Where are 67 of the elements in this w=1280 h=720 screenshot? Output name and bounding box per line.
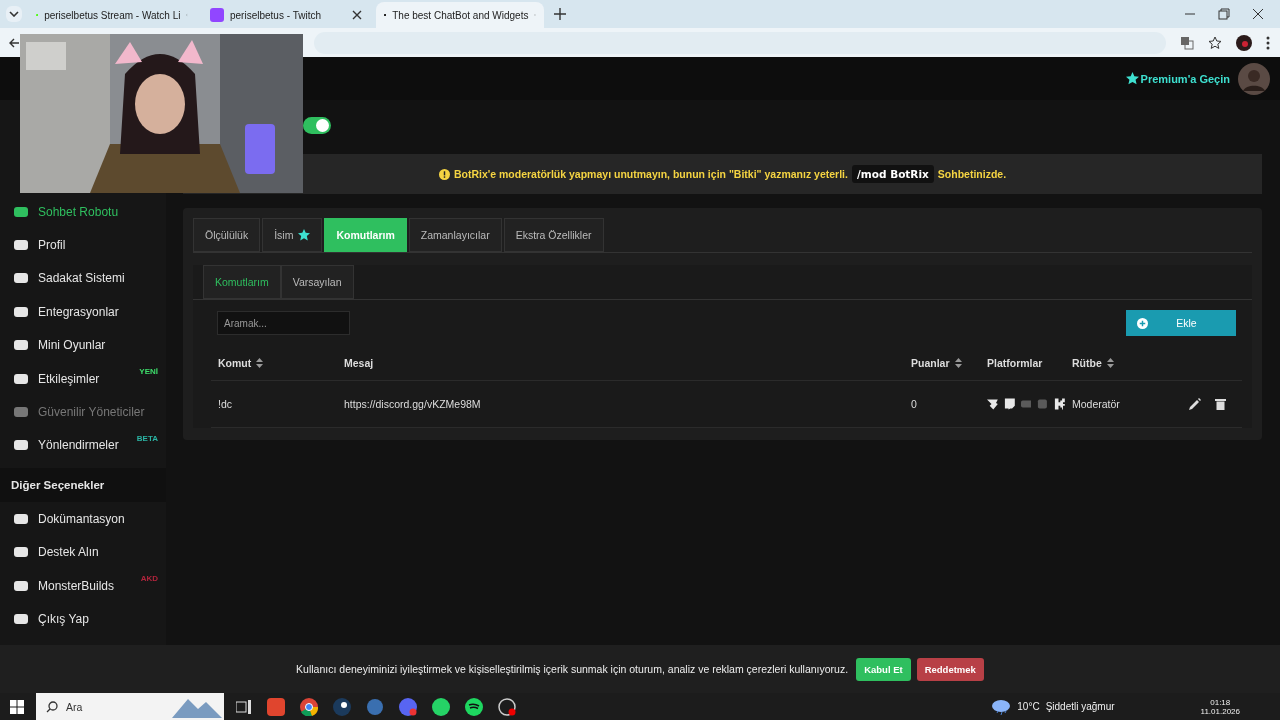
clock-time: 01:18 [1210, 697, 1231, 707]
sidebar-item[interactable]: Profil [13, 238, 66, 253]
temperature-text: 10°C [1017, 701, 1040, 712]
tag-label: YENİ [139, 366, 158, 376]
menu-icon[interactable] [1266, 35, 1270, 50]
browser-tab[interactable]: The best ChatBot and Widgets [376, 2, 544, 28]
tab[interactable]: Ölçülülük [193, 218, 261, 252]
warning-icon [438, 168, 450, 180]
plus-icon [1137, 317, 1148, 329]
sidebar-item[interactable]: Çıkış Yap [13, 612, 89, 626]
cookie-message: Kullanıcı deneyiminizi iyileştirmek ve kişiselleştirilmiş içerik sunmak için oturum, analiz ve reklam çerezleri kullanıyoruz. [296, 663, 849, 675]
column-header: Mesaj [343, 357, 375, 369]
app-icon[interactable] [498, 697, 516, 716]
column-header[interactable]: Komut [211, 357, 337, 369]
search-icon [46, 700, 58, 713]
sidebar-item[interactable]: Destek Alın [13, 545, 99, 560]
cloud-rain-icon [991, 698, 1012, 715]
toggle-switch[interactable] [303, 117, 331, 134]
clock-date: 11.01.2026 [1200, 706, 1240, 716]
windows-start-icon[interactable] [10, 699, 24, 714]
task-view-icon[interactable] [236, 699, 252, 714]
notice-text: BotRix'e moderatörlük yapmayı unutmayın, bunun için "Bitki" yazmanız yeterli. [453, 168, 848, 180]
sidebar-item[interactable]: Yönlendirmeler [13, 438, 119, 453]
table-cell-text: 0 [910, 398, 918, 410]
sidebar-item[interactable]: Etkileşimler [13, 371, 100, 386]
tab[interactable]: Ekstra Özellikler [503, 218, 604, 252]
sidebar-item[interactable]: Sohbet Robotu [13, 204, 119, 219]
search-field[interactable]: Aramak... [217, 311, 350, 335]
profile-avatar[interactable] [1236, 34, 1252, 51]
column-header[interactable]: Rütbe [1065, 357, 1165, 369]
star-icon[interactable] [1208, 35, 1222, 50]
chevron-down-icon[interactable] [9, 11, 19, 17]
browser-tab[interactable]: periselbetus - Twitch [202, 2, 370, 28]
spotify-icon[interactable] [465, 697, 483, 716]
table-cell-text: Moderatör [1071, 398, 1121, 410]
section-heading: Diğer Seçenekler [0, 468, 166, 503]
sidebar-item[interactable]: Sadakat Sistemi [13, 271, 125, 286]
premium-link[interactable]: Premium'a Geçin [1125, 72, 1230, 85]
table-cell-text: https://discord.gg/vKZMe98M [343, 398, 482, 410]
edit-icon[interactable] [1189, 398, 1201, 410]
sidebar-item[interactable]: Entegrasyonlar [13, 304, 119, 319]
star-icon [298, 229, 311, 241]
weather-text: Şiddetli yağmur [1045, 701, 1115, 712]
translate-icon[interactable] [1180, 35, 1194, 50]
tab[interactable]: Zamanlayıcılar [408, 218, 502, 252]
table-cell-text: !dc [217, 398, 233, 410]
sidebar-item[interactable]: Mini Oyunlar [13, 338, 106, 353]
sidebar-item[interactable]: MonsterBuilds [13, 578, 115, 593]
command-code: /mod BotRix [851, 165, 934, 183]
back-icon[interactable] [8, 36, 20, 49]
tab[interactable]: İsim [262, 218, 323, 252]
sidebar-item[interactable]: Dokümantasyon [13, 511, 125, 526]
star-icon [1125, 72, 1139, 85]
column-header: Platformlar [986, 357, 1044, 369]
delete-icon[interactable] [1215, 398, 1226, 410]
new-tab-icon[interactable] [554, 8, 566, 20]
chrome-icon[interactable] [300, 697, 318, 716]
reject-button[interactable]: Reddetmek [916, 657, 984, 681]
column-header[interactable]: Puanlar [904, 357, 980, 369]
taskbar-search-field[interactable]: Ara [36, 693, 224, 720]
sub-tab[interactable]: Varsayılan [280, 265, 354, 299]
sub-tab[interactable]: Komutlarım [203, 265, 281, 299]
tag-label: AKD [140, 573, 158, 583]
browser-tab[interactable]: periselbetus Stream - Watch Li [28, 2, 196, 28]
notice-text: Sohbetinizde. [937, 168, 1007, 180]
tag-label: BETA [136, 433, 158, 443]
restore-icon[interactable] [1218, 8, 1230, 20]
